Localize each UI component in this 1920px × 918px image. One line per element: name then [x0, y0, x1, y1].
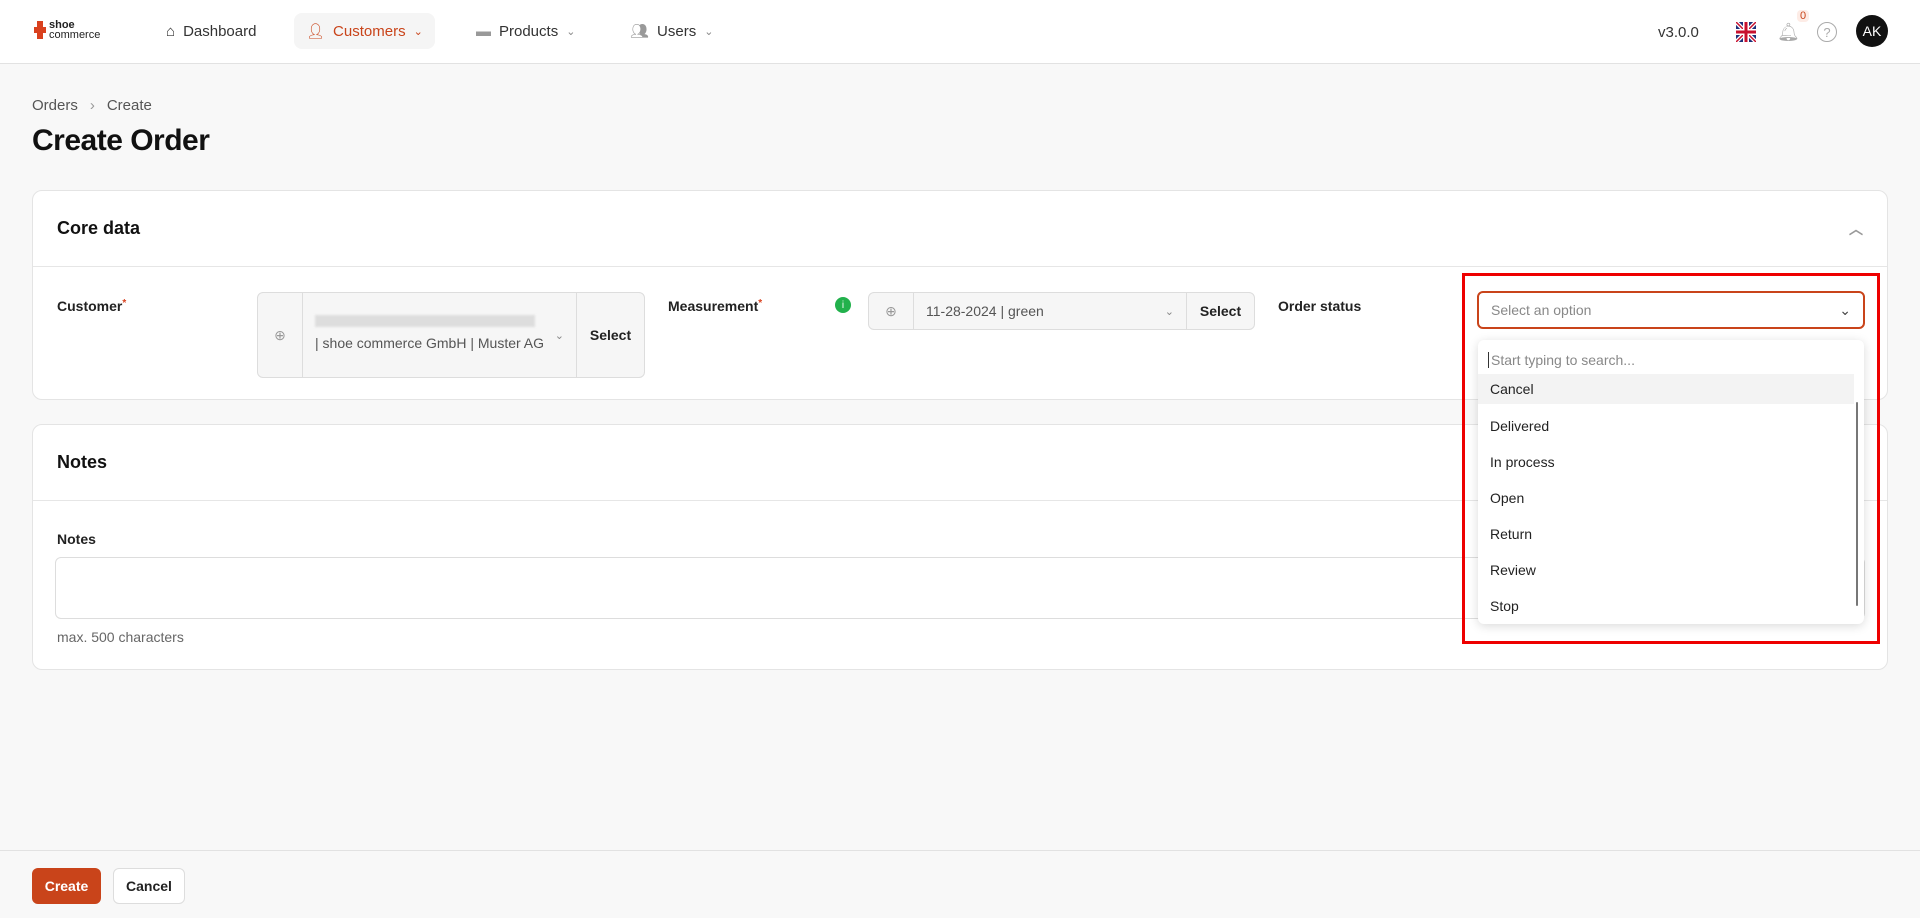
logo-mark-icon [34, 21, 46, 39]
chevron-down-icon: ⌄ [1164, 305, 1174, 318]
notes-label: Notes [57, 531, 96, 547]
notes-title: Notes [57, 452, 108, 472]
users-icon: 👥︎ [630, 23, 650, 40]
chevron-down-icon: ⌄ [704, 25, 714, 38]
nav-dashboard[interactable]: ⌂ Dashboard [154, 13, 268, 49]
customer-select[interactable]: ⊕ | shoe commerce GmbH | Muster AG ⌄ Sele… [257, 292, 645, 378]
breadcrumb-create: Create [106, 97, 152, 114]
avatar[interactable]: AK [1856, 15, 1888, 47]
chevron-down-icon: ⌄ [566, 25, 576, 38]
create-button[interactable]: Create [32, 868, 101, 904]
user-icon: 👤︎ [306, 23, 326, 40]
order-status-label: Order status [1278, 298, 1362, 314]
logo[interactable]: shoe commerce [34, 20, 100, 41]
customer-select-button[interactable]: Select [576, 293, 644, 377]
highlight-box [1462, 273, 1880, 644]
chevron-up-icon[interactable]: ︿ [1849, 219, 1863, 239]
customer-label: Customer* [57, 298, 127, 314]
notification-badge: 0 [1797, 10, 1810, 22]
zoom-in-icon: ⊕ [258, 293, 303, 377]
breadcrumb: Orders › Create [32, 97, 152, 114]
help-icon[interactable]: ? [1817, 0, 1837, 64]
bell-icon[interactable]: 🔔︎ [1777, 0, 1800, 64]
core-data-title: Core data [57, 218, 141, 238]
nav-users[interactable]: 👥︎ Users ⌄ [618, 13, 725, 49]
top-nav: shoe commerce ⌂ Dashboard 👤︎ Customers ⌄ ▬ Pr… [0, 0, 1920, 64]
zoom-in-icon: ⊕ [869, 293, 914, 329]
nav-products[interactable]: ▬ Products ⌄ [464, 13, 587, 49]
notes-hint: max. 500 characters [57, 629, 184, 645]
footer-bar: Create Cancel [0, 850, 1920, 918]
cancel-button[interactable]: Cancel [113, 868, 185, 904]
measurement-label: Measurement* [668, 298, 763, 314]
breadcrumb-orders[interactable]: Orders [32, 97, 78, 114]
nav-customers[interactable]: 👤︎ Customers ⌄ [294, 13, 435, 49]
home-icon: ⌂ [166, 22, 176, 40]
chevron-down-icon: ⌄ [554, 329, 564, 342]
measurement-select[interactable]: ⊕ 11-28-2024 | green ⌄ Select [868, 292, 1255, 330]
page-title: Create Order [32, 124, 210, 157]
chevron-right-icon: › [89, 97, 95, 114]
info-icon[interactable]: i [835, 297, 851, 313]
shoe-icon: ▬ [476, 22, 491, 40]
language-flag-icon[interactable] [1736, 0, 1756, 64]
blurred-text [315, 315, 535, 327]
chevron-down-icon: ⌄ [413, 25, 423, 38]
measurement-select-button[interactable]: Select [1186, 293, 1254, 329]
version: v3.0.0 [1658, 23, 1699, 41]
